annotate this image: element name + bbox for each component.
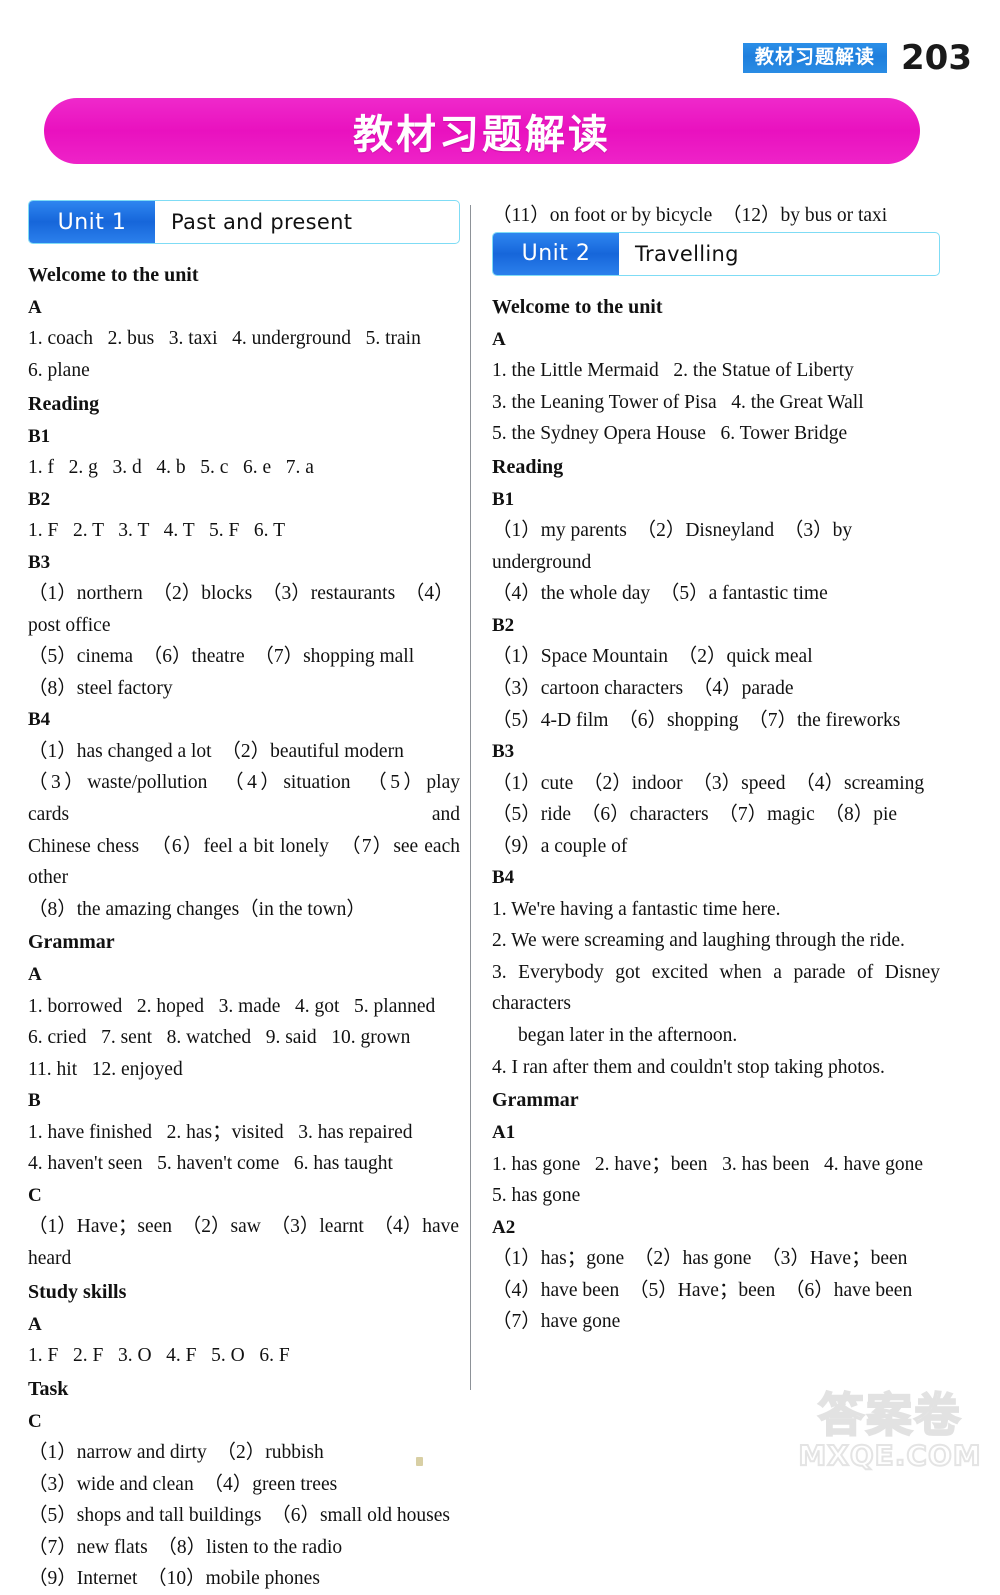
answer-line: （1）my parents （2）Disneyland （3）by underg… bbox=[492, 520, 858, 573]
answer-line: 1. has gone 2. have；been 3. has been 4. … bbox=[492, 1153, 924, 1175]
chapter-banner-title: 教材习题解读 bbox=[353, 112, 611, 158]
section-heading: Reading bbox=[492, 455, 564, 478]
answer-line: 6. plane bbox=[28, 360, 90, 382]
subsection-heading: A bbox=[28, 1313, 42, 1335]
subsection-heading: B3 bbox=[492, 741, 515, 763]
subsection-heading: A bbox=[492, 328, 506, 350]
subsection-heading: A bbox=[28, 964, 42, 986]
unit-tag-label: Unit 1 bbox=[29, 201, 155, 243]
column-divider bbox=[470, 205, 471, 1390]
section-heading: Welcome to the unit bbox=[492, 295, 663, 318]
answer-line: 1. coach 2. bus 3. taxi 4. underground 5… bbox=[28, 328, 421, 350]
answer-line: （1）northern （2）blocks （3）restaurants （4）… bbox=[28, 583, 454, 636]
answer-line: 1. F 2. T 3. T 4. T 5. F 6. T bbox=[28, 520, 285, 542]
scan-speck bbox=[416, 1457, 423, 1466]
page-number: 203 bbox=[901, 38, 972, 78]
section-heading: Welcome to the unit bbox=[28, 264, 199, 286]
answer-line: （1）narrow and dirty （2）rubbish bbox=[28, 1442, 324, 1464]
answer-line: （11）on foot or by bicycle （12）by bus or … bbox=[492, 205, 888, 226]
section-heading: Grammar bbox=[28, 931, 115, 954]
answer-line: （9）a couple of bbox=[492, 835, 628, 857]
answer-line: 1. f 2. g 3. d 4. b 5. c 6. e 7. a bbox=[28, 457, 314, 479]
subsection-heading: B2 bbox=[492, 614, 515, 636]
answer-line: 3. Everybody got excited when a parade o… bbox=[492, 961, 940, 1015]
unit-title-label: Travelling bbox=[635, 241, 739, 266]
section-heading: Task bbox=[28, 1377, 69, 1400]
answer-line: 11. hit 12. enjoyed bbox=[28, 1058, 183, 1080]
answer-line: 4. I ran after them and couldn't stop ta… bbox=[492, 1056, 885, 1078]
right-column-content: Welcome to the unit A 1. the Little Mermai… bbox=[492, 292, 940, 1338]
subsection-heading: A2 bbox=[492, 1216, 516, 1238]
unit-tag-label: Unit 2 bbox=[493, 232, 619, 275]
answer-line: 5. the Sydney Opera House 6. Tower Bridg… bbox=[492, 423, 848, 445]
page-header: 教材习题解读 203 bbox=[743, 38, 972, 78]
answer-line: （7）have gone bbox=[492, 1311, 621, 1333]
watermark: 答案卷 MXQE.COM bbox=[790, 1388, 990, 1473]
subsection-heading: B bbox=[28, 1090, 41, 1112]
answer-line: 5. has gone bbox=[492, 1185, 581, 1207]
answer-line: （5）4-D film （6）shopping （7）the fireworks bbox=[492, 709, 901, 731]
section-heading: Grammar bbox=[492, 1089, 579, 1112]
answer-line: （1）cute （2）indoor （3）speed （4）screaming bbox=[492, 772, 925, 794]
answer-line: 6. cried 7. sent 8. watched 9. said 10. … bbox=[28, 1027, 411, 1049]
answer-line: Chinese chess （6）feel a bit lonely （7）se… bbox=[28, 835, 460, 889]
answer-line: （8）the amazing changes（in the town） bbox=[28, 898, 366, 920]
subsection-heading: B3 bbox=[28, 551, 51, 573]
left-column-content: Welcome to the unit A 1. coach 2. bus 3. t… bbox=[28, 260, 460, 1595]
answer-line: 1. F 2. F 3. O 4. F 5. O 6. F bbox=[28, 1345, 290, 1367]
subsection-heading: A1 bbox=[492, 1122, 516, 1144]
subsection-heading: B1 bbox=[28, 425, 51, 447]
subsection-heading: B1 bbox=[492, 488, 515, 510]
subsection-heading: C bbox=[28, 1185, 42, 1207]
answer-line: 1. We're having a fantastic time here. bbox=[492, 898, 781, 920]
section-heading: Study skills bbox=[28, 1280, 127, 1303]
answer-line: （5）ride （6）characters （7）magic （8）pie bbox=[492, 804, 898, 826]
answer-line: （1）has；gone （2）has gone （3）Have；been bbox=[492, 1248, 908, 1270]
answer-line: 3. the Leaning Tower of Pisa 4. the Grea… bbox=[492, 391, 864, 413]
answer-line: 1. the Little Mermaid 2. the Statue of L… bbox=[492, 360, 854, 382]
answer-line: 2. We were screaming and laughing throug… bbox=[492, 930, 905, 952]
left-column: Unit 1 Past and present Welcome to the u… bbox=[28, 200, 460, 1595]
subsection-heading: B2 bbox=[28, 488, 51, 510]
answer-line: （3）waste/pollution （4）situation （5）play … bbox=[28, 772, 460, 825]
chapter-banner: 教材习题解读 bbox=[44, 98, 920, 164]
answer-line: （1）has changed a lot （2）beautiful modern bbox=[28, 740, 404, 762]
unit-title-label: Past and present bbox=[171, 210, 353, 234]
watermark-site-text: MXQE.COM bbox=[797, 1438, 982, 1473]
answer-line: 4. haven't seen 5. haven't come 6. has t… bbox=[28, 1153, 393, 1175]
answer-line: （4）have been （5）Have；been （6）have been bbox=[492, 1279, 913, 1301]
subsection-heading: C bbox=[28, 1410, 42, 1432]
subsection-heading: B4 bbox=[28, 709, 51, 731]
right-column: （11）on foot or by bicycle （12）by bus or … bbox=[492, 200, 940, 1338]
answer-line: 1. have finished 2. has；visited 3. has r… bbox=[28, 1121, 413, 1143]
watermark-chinese-text: 答案卷 bbox=[817, 1388, 962, 1442]
answer-line: （3）cartoon characters （4）parade bbox=[492, 677, 794, 699]
unit-header-unit-2: Unit 2 Travelling bbox=[492, 231, 940, 276]
right-column-preamble: （11）on foot or by bicycle （12）by bus or … bbox=[492, 200, 940, 232]
answer-line: （1）Have；seen （2）saw （3）learnt （4）have he… bbox=[28, 1216, 464, 1270]
answer-line: （9）Internet （10）mobile phones bbox=[28, 1568, 320, 1590]
answer-line: （5）cinema （6）theatre （7）shopping mall bbox=[28, 646, 415, 668]
answer-line: 1. borrowed 2. hoped 3. made 4. got 5. p… bbox=[28, 995, 436, 1017]
subsection-heading: B4 bbox=[492, 867, 515, 889]
answer-line: （7）new flats （8）listen to the radio bbox=[28, 1536, 343, 1558]
answer-line: began later in the afternoon. bbox=[518, 1025, 738, 1047]
answer-line: （5）shops and tall buildings （6）small old… bbox=[28, 1505, 450, 1527]
answer-line: （4）the whole day （5）a fantastic time bbox=[492, 583, 828, 605]
subsection-heading: A bbox=[28, 297, 42, 318]
section-heading: Reading bbox=[28, 392, 100, 415]
header-chapter-label: 教材习题解读 bbox=[743, 43, 888, 73]
answer-line: （1）Space Mountain （2）quick meal bbox=[492, 646, 813, 668]
unit-header-unit-1: Unit 1 Past and present bbox=[28, 200, 460, 244]
answer-line: （8）steel factory bbox=[28, 677, 173, 699]
